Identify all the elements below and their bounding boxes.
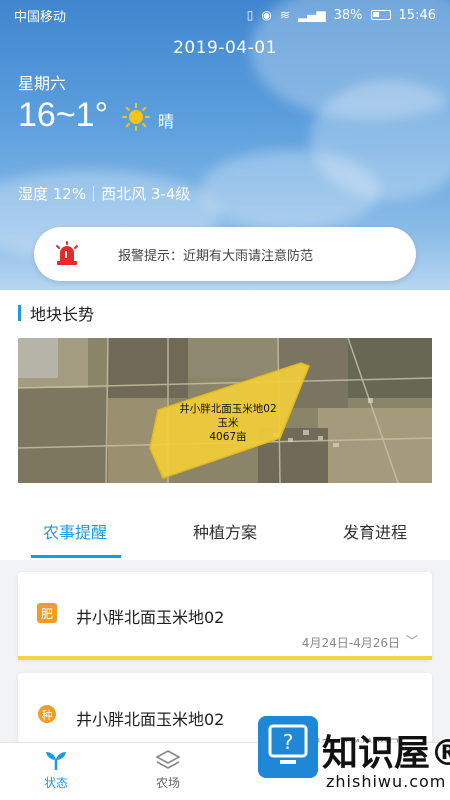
battery-percent: 38% (333, 7, 363, 23)
weekday-label: 星期六 (18, 74, 67, 93)
tab-farm-reminder[interactable]: 农事提醒 (0, 503, 150, 558)
watermark-site: zhishiwu.com (326, 772, 447, 791)
chevron-down-icon[interactable]: ﹀ (406, 632, 418, 649)
reminder-card[interactable]: 肥 井小胖北面玉米地02 4月24日-4月26日 ﹀ (18, 572, 432, 660)
field-map[interactable]: 井小胖北面玉米地02 玉米 4067亩 (18, 338, 432, 483)
vibrate-icon: ▯ (246, 8, 254, 22)
nav-farm-label: 农场 (155, 776, 180, 790)
card-title: 井小胖北面玉米地02 (76, 608, 225, 627)
nav-status-label: 状态 (43, 776, 68, 790)
section-title-text: 地块长势 (30, 305, 95, 324)
alarm-siren-icon (56, 241, 78, 265)
weather-date: 2019-04-01 (173, 38, 277, 58)
sowing-badge-text: 种 (42, 708, 53, 722)
carrier-name: 中国移动 (14, 9, 67, 25)
status-bar: 中国移动 ▯ ◉ ≋ ▂▄▆ 38% 15:46 (0, 0, 450, 30)
alarm-text: 报警提示：近期有大雨请注意防范 (118, 248, 314, 264)
battery-icon (370, 10, 391, 20)
sowing-icon: 种 (38, 705, 56, 723)
layers-icon (155, 750, 181, 769)
watermark-help-icon: ? (258, 716, 318, 778)
nav-farm[interactable]: 农场 (112, 743, 224, 800)
plot-name-label: 井小胖北面玉米地02 (179, 402, 276, 415)
tab-growth-progress[interactable]: 发育进程 (300, 503, 450, 558)
satellite-image: 井小胖北面玉米地02 玉米 4067亩 (18, 338, 432, 483)
sprout-icon (46, 752, 66, 770)
temperature-range: 16~1° (18, 96, 109, 134)
card-title: 井小胖北面玉米地02 (76, 710, 225, 729)
nav-status[interactable]: 状态 (0, 743, 112, 800)
alarm-banner[interactable]: 报警提示：近期有大雨请注意防范 (34, 227, 416, 281)
tab-planting-plan[interactable]: 种植方案 (150, 503, 300, 558)
card-highlight-bar (18, 656, 432, 660)
watermark: ? 知识屋® zhishiwu.com (250, 710, 450, 800)
signal-icon: ▂▄▆ (297, 8, 326, 22)
tab-bar: 农事提醒 种植方案 发育进程 (0, 503, 450, 558)
weather-condition: 晴 (158, 112, 175, 131)
section-accent-bar (18, 305, 21, 321)
plot-area-label: 4067亩 (209, 430, 246, 443)
svg-text:?: ? (283, 730, 294, 754)
eye-icon: ◉ (261, 8, 272, 22)
section-title: 地块长势 (18, 301, 94, 325)
wifi-icon: ≋ (279, 8, 290, 22)
watermark-logo: 知识屋® (322, 733, 450, 774)
card-date-range: 4月24日-4月26日 (301, 636, 400, 650)
plot-crop-label: 玉米 (218, 416, 239, 429)
fertilize-icon: 肥 (37, 603, 57, 623)
humidity-wind: 湿度 12%｜西北风 3-4级 (18, 185, 191, 203)
sun-icon (122, 103, 150, 131)
clock-time: 15:46 (398, 7, 436, 23)
fertilize-badge-text: 肥 (41, 607, 53, 621)
